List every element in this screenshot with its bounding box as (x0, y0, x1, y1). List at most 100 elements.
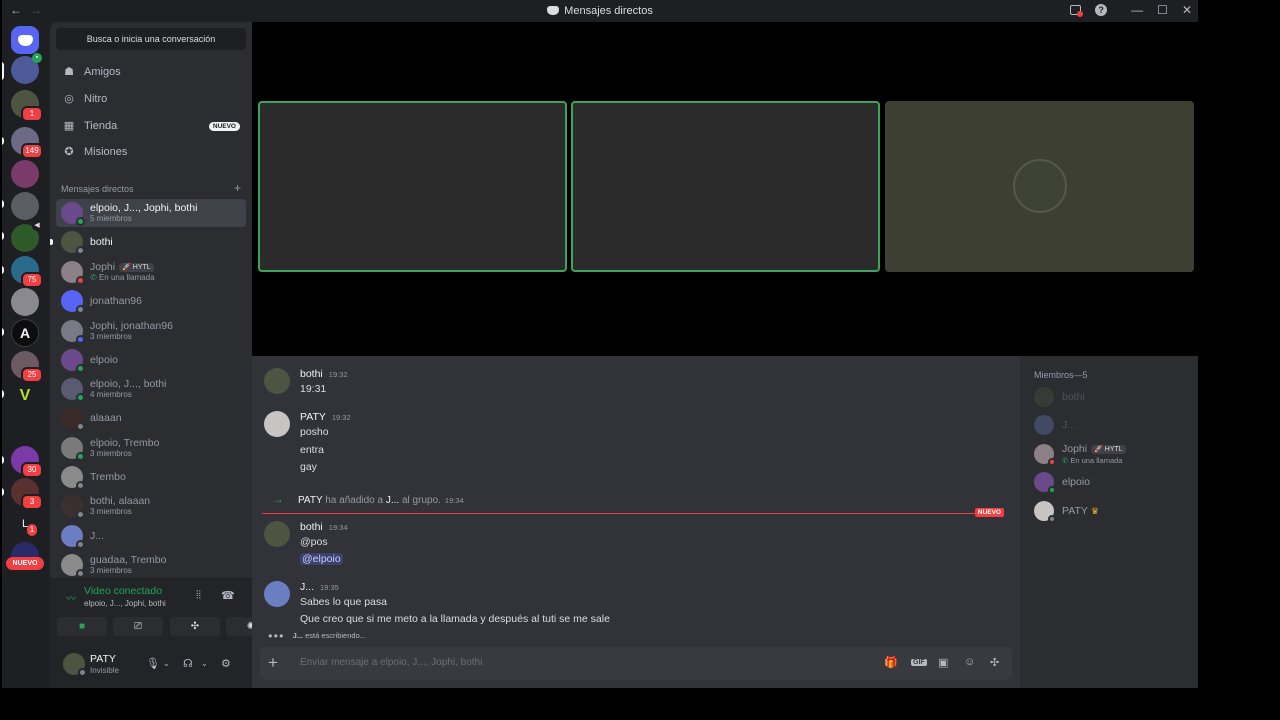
dm-item[interactable]: guadaa, Trembo 3 miembros (56, 551, 246, 579)
server-icon[interactable]: A (11, 319, 39, 347)
phone-icon: ✆ (90, 273, 99, 283)
disconnect-icon[interactable]: ☎ (221, 589, 235, 602)
dm-name: alaaan (90, 411, 122, 424)
server-icon[interactable]: 149 (11, 127, 43, 159)
group-avatar-icon (76, 335, 85, 344)
chevron-down-icon[interactable]: ⌄ (163, 659, 170, 668)
member-item[interactable]: elpoio (1034, 471, 1091, 494)
dm-item[interactable]: Jophi 🚀 HYTL ✆ En una llamada (56, 258, 246, 286)
server-icon[interactable] (11, 160, 39, 188)
status-offline-dot (76, 246, 85, 255)
dm-item[interactable]: J... (56, 522, 246, 550)
avatar (61, 202, 85, 226)
server-icon[interactable]: 75 (11, 256, 43, 288)
video-tile[interactable] (885, 101, 1194, 272)
user-name[interactable]: PATY (90, 653, 116, 665)
avatar (1034, 501, 1056, 523)
server-icon[interactable]: 30 (11, 446, 43, 478)
video-tile[interactable] (571, 101, 880, 272)
signal-icon[interactable]: 〰 (66, 590, 78, 605)
inbox-icon[interactable] (1070, 5, 1084, 17)
server-icon[interactable]: 3 (11, 478, 43, 510)
server-icon[interactable]: 25 (11, 351, 43, 383)
server-icon[interactable]: ▪ (11, 53, 42, 84)
dm-item[interactable]: elpoio, J..., Jophi, bothi 5 miembros (56, 199, 246, 227)
status-online-dot (76, 393, 85, 402)
status-offline-dot (76, 540, 85, 549)
video-call-stage (252, 22, 1198, 356)
nav-label: Tienda (84, 120, 118, 132)
unread-pill (2, 232, 4, 240)
search-conversation-button[interactable]: Busca o inicia una conversación (56, 28, 246, 50)
member-item[interactable]: J... (1034, 414, 1076, 436)
dm-item[interactable]: Jophi, jonathan96 3 miembros (56, 317, 246, 345)
video-tile[interactable] (258, 101, 567, 272)
dm-item[interactable]: elpoio, J..., bothi 4 miembros (56, 375, 246, 403)
clan-tag: 🚀 HYTL (119, 262, 154, 272)
dm-item[interactable]: alaaan (56, 404, 246, 432)
dm-item[interactable]: bothi, alaaan 3 miembros (56, 492, 246, 520)
member-name: bothi (1062, 390, 1085, 403)
server-icon[interactable]: 1 (11, 90, 43, 122)
avatar (1034, 415, 1054, 435)
dm-subtext: 3 miembros (90, 566, 132, 576)
server-icon[interactable] (11, 413, 39, 441)
help-icon[interactable]: ? (1095, 4, 1108, 16)
chevron-down-icon[interactable]: ⌄ (201, 659, 208, 668)
dm-name: Jophi (90, 260, 116, 273)
speaker-icon: ◀ (32, 221, 42, 231)
server-icon[interactable]: ◀ (11, 221, 42, 252)
activities-button[interactable]: ✣ (170, 617, 220, 636)
noise-suppression-icon[interactable]: ⦙⦙ (196, 589, 201, 602)
discord-logo-icon (547, 6, 560, 15)
dm-item[interactable]: Trembo (56, 463, 246, 491)
sidebar-item-misiones[interactable]: ✪ Misiones (56, 140, 246, 164)
dm-name: elpoio, J..., bothi (90, 377, 167, 390)
member-item[interactable]: PATY ♛ (1034, 500, 1099, 523)
server-icon[interactable] (11, 192, 39, 220)
maximize-button[interactable]: ☐ (1157, 3, 1168, 17)
new-badge[interactable]: NUEVO (6, 557, 44, 570)
close-button[interactable]: ✕ (1182, 3, 1192, 17)
avatar (61, 466, 85, 490)
status-offline-dot (76, 422, 85, 431)
nav-label: Misiones (84, 146, 128, 158)
dm-item[interactable]: bothi (56, 228, 246, 256)
mention-badge: 25 (21, 367, 43, 383)
settings-gear-icon[interactable]: ⚙ (221, 657, 231, 670)
avatar (61, 495, 85, 519)
unread-pill (2, 200, 4, 208)
user-status: Invisible (90, 666, 119, 675)
chat-panel (252, 356, 1020, 688)
microphone-icon[interactable]: 🎙 (146, 657, 160, 670)
sidebar-item-nitro[interactable]: ◎ Nitro (56, 87, 246, 111)
avatar (1034, 472, 1056, 494)
nitro-icon: ◎ (64, 93, 74, 105)
dm-item[interactable]: elpoio (56, 346, 246, 374)
dm-subtext: 3 miembros (90, 449, 132, 459)
user-avatar[interactable] (63, 653, 87, 677)
server-icon[interactable]: V (11, 382, 39, 410)
dm-name: elpoio, Trembo (90, 436, 160, 449)
minimize-button[interactable]: — (1131, 3, 1143, 17)
member-item[interactable]: bothi (1034, 386, 1085, 408)
headphones-icon[interactable]: ☊ (183, 657, 193, 670)
dm-item[interactable]: jonathan96 (56, 287, 246, 315)
member-item[interactable]: Jophi 🚀 HYTL ✆ En una llamada (1034, 443, 1126, 466)
sidebar-item-tienda[interactable]: ▦ Tienda NUEVO (56, 114, 246, 138)
unread-pill (2, 137, 4, 145)
camera-button[interactable]: ■ (57, 617, 107, 636)
member-name: elpoio (1062, 475, 1091, 488)
status-offline-dot (76, 305, 85, 314)
voice-channel[interactable]: elpoio, J..., Jophi, bothi (84, 599, 166, 608)
screenshare-button[interactable]: ⎚ (113, 617, 163, 636)
voice-status[interactable]: Video conectado (84, 585, 162, 597)
server-icon[interactable] (11, 288, 39, 316)
dm-item[interactable]: elpoio, Trembo 3 miembros (56, 434, 246, 462)
create-dm-plus-icon[interactable]: + (234, 182, 241, 194)
mention-badge: 30 (21, 462, 43, 478)
sidebar-item-amigos[interactable]: ☗ Amigos (56, 60, 246, 84)
home-button[interactable] (11, 26, 39, 54)
discord-logo-icon (17, 34, 33, 46)
dm-name: Trembo (90, 470, 126, 483)
